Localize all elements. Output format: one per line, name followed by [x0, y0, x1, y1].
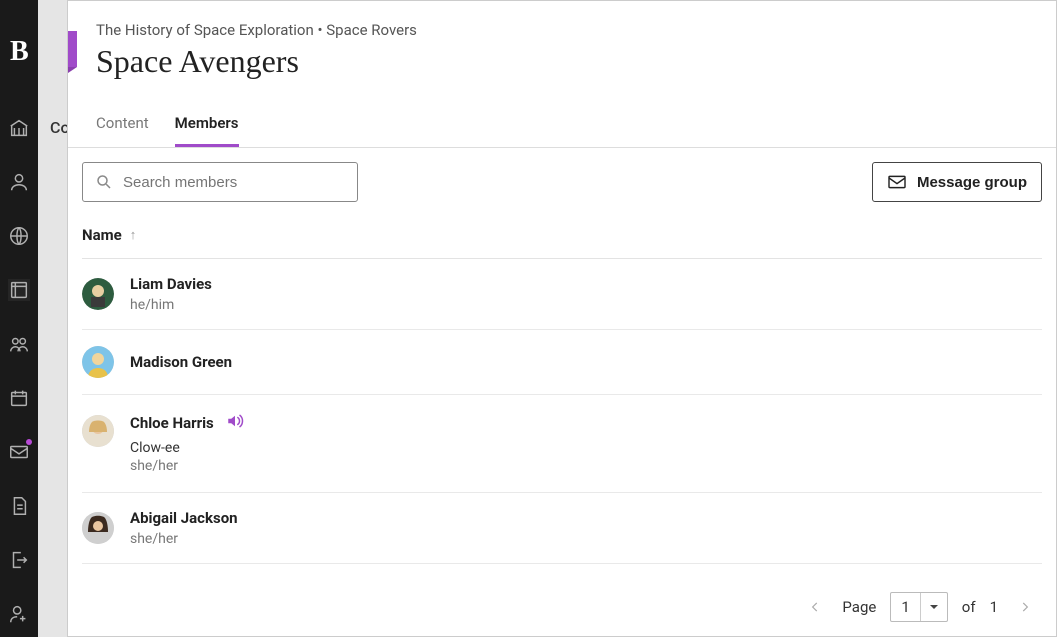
- groups-icon[interactable]: [8, 333, 30, 355]
- pagination: Page 1 of 1: [68, 582, 1056, 636]
- document-icon[interactable]: [8, 495, 30, 517]
- member-name: Chloe Harris: [130, 414, 214, 432]
- panel-title: Space Avengers: [96, 43, 1028, 80]
- avatar: [82, 278, 114, 310]
- search-icon: [95, 173, 113, 191]
- tab-bar: Content Members: [68, 100, 1056, 148]
- member-pronouns: she/her: [130, 458, 244, 474]
- member-name: Abigail Jackson: [130, 509, 238, 527]
- message-group-button[interactable]: Message group: [872, 162, 1042, 202]
- pagination-total: 1: [990, 598, 998, 616]
- close-button-flag: [67, 67, 77, 79]
- close-icon: [67, 40, 68, 58]
- member-phonetic: Clow-ee: [130, 440, 244, 456]
- book-icon[interactable]: [8, 279, 30, 301]
- messages-icon[interactable]: [8, 441, 30, 463]
- chevron-left-icon: [808, 600, 822, 614]
- left-nav-rail: B: [0, 0, 38, 637]
- signout-icon[interactable]: [8, 549, 30, 571]
- member-name: Liam Davies: [130, 275, 212, 293]
- sort-ascending-icon: ↑: [130, 227, 137, 243]
- profile-icon[interactable]: [8, 171, 30, 193]
- breadcrumb: The History of Space Exploration • Space…: [96, 21, 1028, 39]
- user-admin-icon[interactable]: [8, 603, 30, 625]
- calendar-icon[interactable]: [8, 387, 30, 409]
- avatar: [82, 346, 114, 378]
- search-input[interactable]: [123, 174, 345, 191]
- tab-content[interactable]: Content: [96, 100, 149, 147]
- globe-icon[interactable]: [8, 225, 30, 247]
- next-page-button[interactable]: [1012, 594, 1038, 620]
- avatar: [82, 415, 114, 447]
- background-panel: Co: [38, 0, 67, 637]
- pagination-of-label: of: [962, 598, 976, 616]
- page-select[interactable]: 1: [890, 592, 947, 622]
- member-row[interactable]: Liam Davies he/him: [82, 259, 1042, 330]
- notification-dot: [26, 439, 32, 445]
- member-pronouns: he/him: [130, 297, 212, 313]
- member-name: Madison Green: [130, 353, 232, 371]
- page-current: 1: [891, 598, 919, 616]
- column-header-name-label: Name: [82, 226, 122, 244]
- member-row[interactable]: Chloe Harris Clow-ee she/her: [82, 395, 1042, 493]
- brand-glyph: B: [10, 36, 29, 68]
- close-button[interactable]: [67, 31, 77, 67]
- member-row[interactable]: Abigail Jackson she/her: [82, 493, 1042, 564]
- prev-page-button[interactable]: [802, 594, 828, 620]
- envelope-icon: [887, 174, 907, 190]
- avatar: [82, 512, 114, 544]
- institution-icon[interactable]: [8, 117, 30, 139]
- column-header-name[interactable]: Name ↑: [82, 212, 1042, 259]
- side-panel: The History of Space Exploration • Space…: [67, 0, 1057, 637]
- message-group-label: Message group: [917, 174, 1027, 191]
- tab-members[interactable]: Members: [175, 100, 239, 147]
- search-input-wrap[interactable]: [82, 162, 358, 202]
- pagination-page-label: Page: [842, 598, 876, 616]
- chevron-down-icon: [920, 593, 947, 621]
- chevron-right-icon: [1018, 600, 1032, 614]
- member-pronouns: she/her: [130, 531, 238, 547]
- member-row[interactable]: Madison Green: [82, 330, 1042, 395]
- pronunciation-audio-icon[interactable]: [226, 413, 244, 432]
